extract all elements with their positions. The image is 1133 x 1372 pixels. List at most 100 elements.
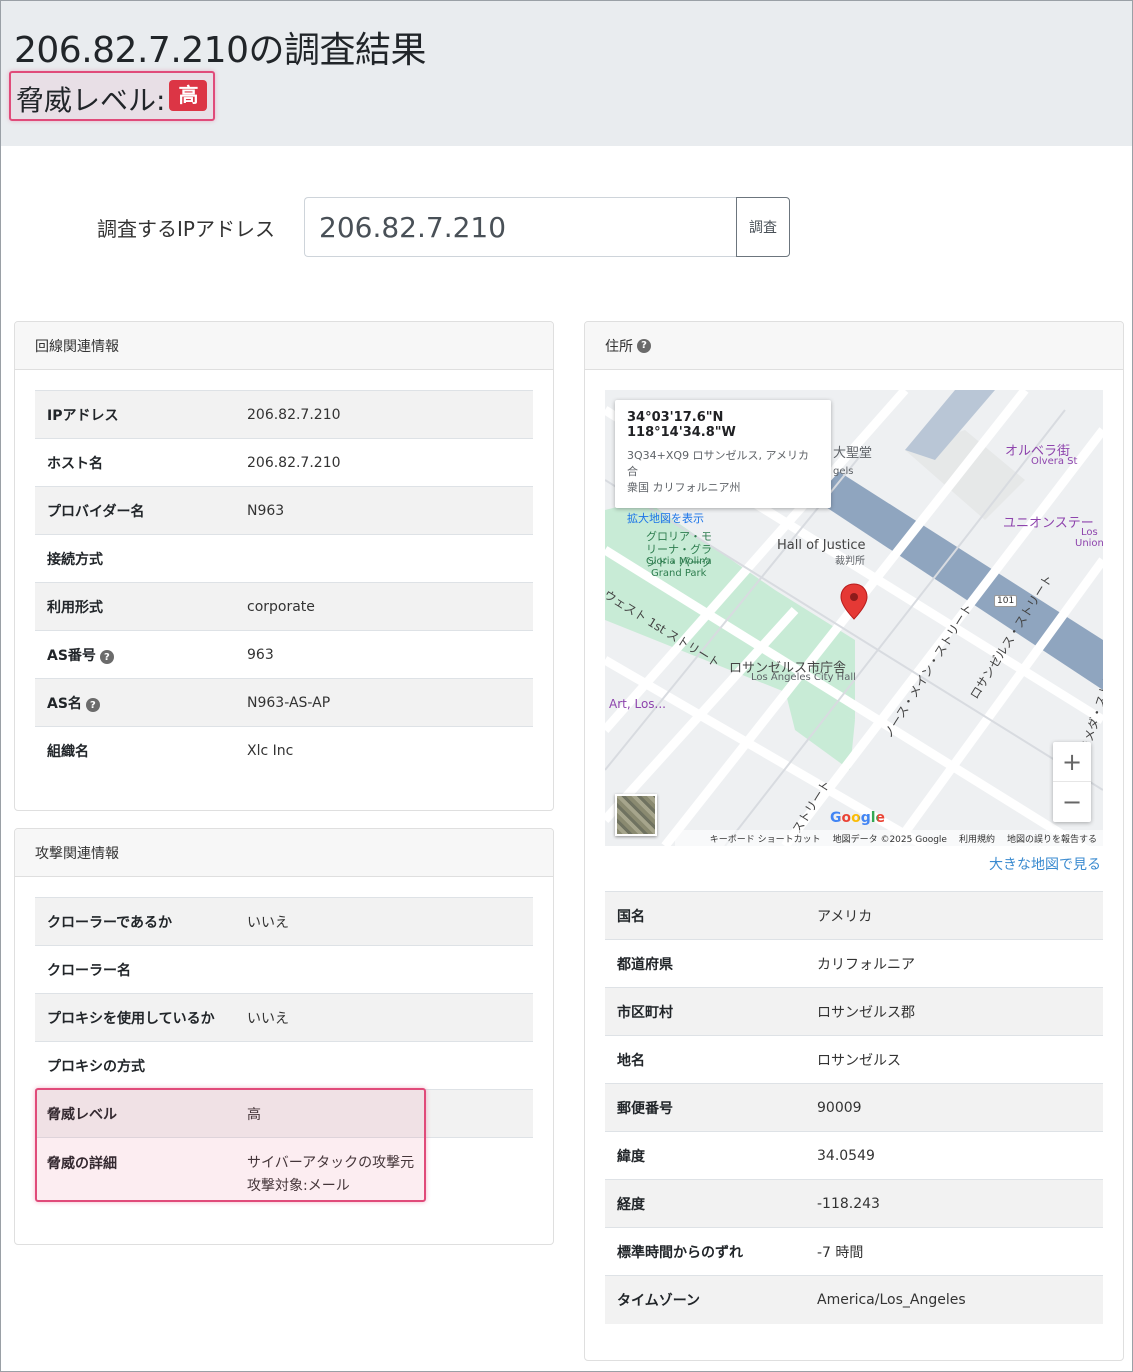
map-zoom-control: + − [1053, 742, 1091, 822]
map-label: Olvera St [1031, 456, 1078, 467]
map-label: Art, Los... [609, 697, 666, 711]
table-row: 国名 アメリカ [605, 891, 1103, 940]
help-icon[interactable]: ? [85, 698, 100, 712]
threat-level-badge: 高 [169, 80, 208, 111]
page-title: 206.82.7.210の調査結果 [14, 30, 426, 71]
row-value: 963 [235, 630, 533, 679]
google-logo: Google [830, 810, 885, 826]
line-info-table: IPアドレス 206.82.7.210 ホスト名 206.82.7.210 プロバイ… [35, 390, 533, 775]
table-row: 市区町村 ロサンゼルス郡 [605, 987, 1103, 1036]
table-row: 脅威の詳細 サイバーアタックの攻撃元 攻撃対象:メール [35, 1137, 533, 1204]
threat-detail-line: サイバーアタックの攻撃元 [247, 1155, 415, 1171]
row-key: 緯度 [605, 1131, 805, 1180]
row-value: Xlc Inc [235, 726, 533, 775]
map-address: 3Q34+XQ9 ロサンゼルス, アメリカ合 衆国 カリフォルニア州 [627, 448, 819, 496]
attack-info-table: クローラーであるか いいえ クローラー名 プロキシを使用しているか いいえ プロキシ… [35, 897, 533, 1204]
row-value: America/Los_Angeles [805, 1275, 1103, 1324]
row-value: ロサンゼルス [805, 1035, 1103, 1084]
line-info-header: 回線関連情報 [15, 322, 553, 370]
table-row: 脅威レベル高 [35, 1089, 533, 1138]
row-key: 郵便番号 [605, 1083, 805, 1132]
row-value: 高 [235, 1089, 533, 1138]
help-icon[interactable]: ? [637, 338, 651, 353]
table-row: プロバイダー名 N963 [35, 486, 533, 535]
as-number-label: AS番号 [47, 647, 96, 664]
table-row: 都道府県 カリフォルニア [605, 939, 1103, 988]
row-value [235, 1041, 533, 1090]
search-button[interactable]: 調査 [736, 197, 790, 257]
table-row: AS名? N963-AS-AP [35, 678, 533, 727]
map-address-line: 3Q34+XQ9 ロサンゼルス, アメリカ合 [627, 449, 810, 478]
row-key: 利用形式 [35, 582, 235, 631]
row-key: クローラー名 [35, 945, 235, 994]
enlarge-map-link[interactable]: 拡大地図を表示 [627, 510, 819, 526]
threat-level-heading: 脅威レベル: 高 [9, 71, 216, 121]
address-header: 住所? [585, 322, 1123, 370]
satellite-toggle[interactable] [615, 794, 657, 836]
row-key: 接続方式 [35, 534, 235, 583]
map-label: 大聖堂 [833, 446, 873, 461]
table-row: 標準時間からのずれ -7 時間 [605, 1227, 1103, 1276]
map-footer: キーボード ショートカット 地図データ ©2025 Google 利用規約 地図… [675, 830, 1103, 846]
row-key: 地名 [605, 1035, 805, 1084]
row-value: カリフォルニア [805, 939, 1103, 988]
row-key: 脅威の詳細 [35, 1137, 235, 1204]
map-data-credit: 地図データ ©2025 Google [832, 834, 947, 845]
row-value: ロサンゼルス郡 [805, 987, 1103, 1036]
row-value: -7 時間 [805, 1227, 1103, 1276]
search-label: 調査するIPアドレス [97, 217, 275, 241]
row-key: タイムゾーン [605, 1275, 805, 1324]
row-value: N963-AS-AP [235, 678, 533, 727]
row-value: 90009 [805, 1083, 1103, 1132]
row-value: サイバーアタックの攻撃元 攻撃対象:メール [235, 1137, 533, 1204]
table-row: 地名 ロサンゼルス [605, 1035, 1103, 1084]
row-key: プロキシの方式 [35, 1041, 235, 1090]
map-label: Los [1081, 527, 1098, 538]
report-error-link[interactable]: 地図の誤りを報告する [1007, 832, 1097, 845]
table-row: 組織名 Xlc Inc [35, 726, 533, 775]
row-value: アメリカ [805, 891, 1103, 940]
address-title: 住所 [605, 338, 633, 355]
row-key: AS番号? [35, 630, 235, 679]
row-key: クローラーであるか [35, 897, 235, 946]
address-table: 国名 アメリカ 都道府県 カリフォルニア 市区町村 ロサンゼルス郡 地名 ロサンゼルス … [605, 891, 1103, 1324]
map-label: Grand Park [651, 568, 707, 579]
row-key: 都道府県 [605, 939, 805, 988]
table-row: IPアドレス 206.82.7.210 [35, 390, 533, 439]
threat-level-label: 脅威レベル: [16, 84, 166, 117]
zoom-out-button[interactable]: − [1053, 782, 1091, 822]
row-value: いいえ [235, 993, 533, 1042]
ip-search-input[interactable] [304, 197, 736, 257]
map-info-popup: 34°03'17.6"N 118°14'34.8"W 3Q34+XQ9 ロサンゼ… [615, 400, 831, 525]
row-key: AS名? [35, 678, 235, 727]
map-address-line: 衆国 カリフォルニア州 [627, 481, 741, 494]
row-key: 標準時間からのずれ [605, 1227, 805, 1276]
highway-shield: 101 [994, 595, 1018, 607]
map-view[interactable]: 大聖堂 gels オルベラ街 Olvera St ユニオンステー Los Uni… [605, 390, 1103, 846]
table-row: クローラー名 [35, 945, 533, 994]
row-key: プロバイダー名 [35, 486, 235, 535]
row-key: ホスト名 [35, 438, 235, 487]
row-value: corporate [235, 582, 533, 631]
row-key: 経度 [605, 1179, 805, 1228]
google-logo-text: Google [830, 810, 886, 826]
help-icon[interactable]: ? [99, 650, 114, 664]
as-name-label: AS名 [47, 695, 82, 712]
table-row: AS番号? 963 [35, 630, 533, 679]
row-value: -118.243 [805, 1179, 1103, 1228]
zoom-in-button[interactable]: + [1053, 742, 1091, 782]
attack-info-header: 攻撃関連情報 [15, 829, 553, 877]
attack-info-title: 攻撃関連情報 [35, 845, 119, 862]
map-label: Los Angeles City Hall [751, 672, 856, 683]
map-coordinates: 34°03'17.6"N 118°14'34.8"W [627, 410, 736, 440]
table-row: クローラーであるか いいえ [35, 897, 533, 946]
table-row: ホスト名 206.82.7.210 [35, 438, 533, 487]
big-map-link[interactable]: 大きな地図で見る [989, 854, 1101, 874]
row-value: N963 [235, 486, 533, 535]
table-row: 経度 -118.243 [605, 1179, 1103, 1228]
row-value: 206.82.7.210 [235, 390, 533, 439]
terms-link[interactable]: 利用規約 [959, 832, 995, 845]
row-value: 206.82.7.210 [235, 438, 533, 487]
row-value [235, 534, 533, 583]
keyboard-shortcuts-link[interactable]: キーボード ショートカット [710, 832, 821, 845]
